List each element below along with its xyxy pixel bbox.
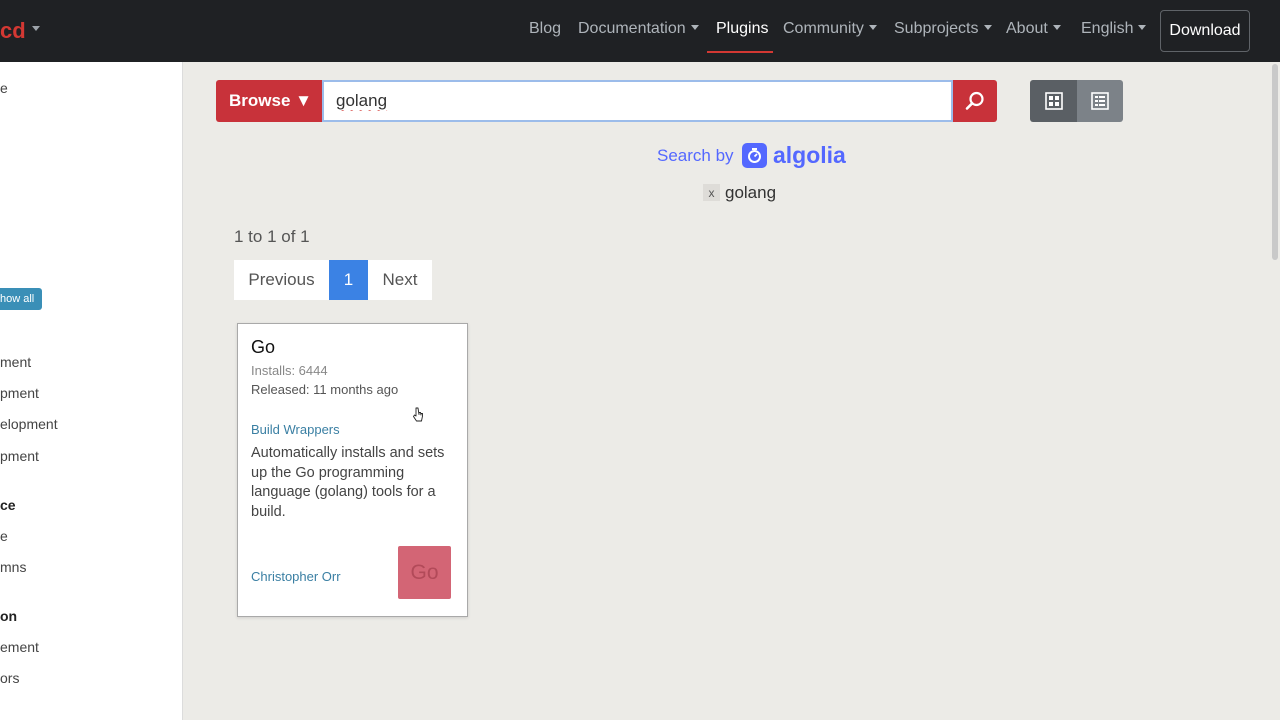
nav-documentation[interactable]: Documentation	[578, 20, 699, 38]
brand-logo[interactable]: cd	[0, 18, 26, 44]
plugin-title[interactable]: Go	[251, 337, 275, 358]
sidebar-item[interactable]: pment	[0, 385, 39, 401]
algolia-logo-icon	[742, 143, 767, 168]
nav-blog[interactable]: Blog	[529, 20, 561, 38]
plugin-logo: Go	[398, 546, 451, 599]
sidebar: e how all ment pment elopment pment ce e…	[0, 62, 183, 720]
list-view-icon	[1091, 92, 1109, 110]
algolia-wordmark[interactable]: algolia	[773, 142, 846, 169]
sidebar-item[interactable]: pment	[0, 448, 39, 464]
top-navbar: cd Blog Documentation Plugins Community …	[0, 0, 1280, 62]
nav-subprojects[interactable]: Subprojects	[894, 20, 992, 38]
nav-plugins[interactable]: Plugins	[716, 20, 768, 38]
nav-community[interactable]: Community	[783, 20, 877, 38]
sidebar-item[interactable]: ement	[0, 639, 39, 655]
next-page-button[interactable]: Next	[368, 260, 432, 300]
active-tab-indicator	[707, 51, 773, 53]
sidebar-item[interactable]: elopment	[0, 416, 58, 432]
chevron-down-icon[interactable]	[32, 26, 40, 31]
plugin-card[interactable]: Go Installs: 6444 Released: 11 months ag…	[237, 323, 468, 617]
chevron-down-icon	[690, 25, 699, 30]
plugin-author-link[interactable]: Christopher Orr	[251, 569, 341, 584]
previous-page-button[interactable]: Previous	[234, 260, 329, 300]
active-filter-label: golang	[725, 183, 777, 202]
list-view-button[interactable]	[1077, 80, 1123, 122]
download-button[interactable]: Download	[1160, 10, 1250, 52]
sidebar-heading: on	[0, 608, 18, 624]
sidebar-heading: ce	[0, 497, 16, 513]
nav-language[interactable]: English	[1081, 20, 1147, 38]
plugin-category-link[interactable]: Build Wrappers	[251, 422, 340, 437]
view-toggle	[1030, 80, 1123, 122]
browse-dropdown-button[interactable]: Browse ▼	[216, 80, 322, 122]
chevron-down-icon	[983, 25, 992, 30]
chevron-down-icon	[1138, 25, 1147, 30]
search-icon	[965, 91, 984, 110]
chevron-down-icon	[1052, 25, 1061, 30]
sidebar-item[interactable]: ment	[0, 354, 31, 370]
remove-filter-button[interactable]: x	[703, 184, 720, 201]
search-button[interactable]	[953, 80, 997, 122]
result-count: 1 to 1 of 1	[234, 227, 310, 246]
plugin-description: Automatically installs and sets up the G…	[251, 445, 445, 520]
sidebar-item[interactable]: e	[0, 80, 8, 96]
grid-view-icon	[1044, 92, 1063, 110]
sidebar-item[interactable]: mns	[0, 559, 26, 575]
scrollbar-thumb[interactable]	[1272, 64, 1278, 260]
cursor-icon	[413, 407, 423, 422]
pagination: Previous 1 Next	[234, 260, 432, 300]
page-scrollbar[interactable]	[1270, 62, 1280, 720]
nav-about[interactable]: About	[1006, 20, 1061, 38]
chevron-down-icon	[868, 25, 877, 30]
grid-view-button[interactable]	[1030, 80, 1077, 122]
current-page-button[interactable]: 1	[329, 260, 368, 300]
search-by-label: Search by	[657, 146, 734, 165]
show-all-button[interactable]: how all	[0, 288, 42, 310]
sidebar-item[interactable]: e	[0, 528, 8, 544]
search-input[interactable]	[322, 80, 953, 122]
sidebar-item[interactable]: ors	[0, 670, 19, 686]
plugin-installs: Installs: 6444	[251, 363, 328, 378]
plugin-released: Released: 11 months ago	[251, 382, 399, 397]
